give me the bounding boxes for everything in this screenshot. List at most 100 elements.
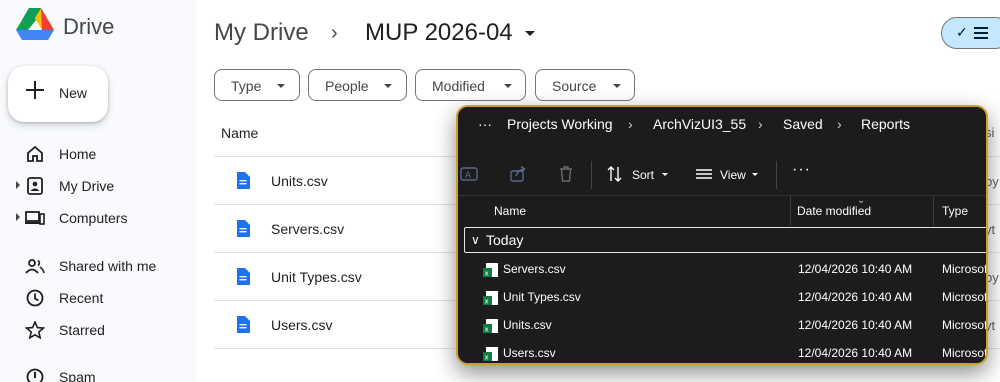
address-overflow-button[interactable]: ··· xyxy=(478,116,492,132)
sidebar-item-label: Starred xyxy=(59,322,105,338)
file-name: Servers.csv xyxy=(271,221,345,237)
spam-icon xyxy=(26,368,44,382)
explorer-file-row[interactable]: x Users.csv 12/04/2026 10:40 AM Microsof xyxy=(458,339,988,363)
svg-text:x: x xyxy=(485,354,489,362)
file-name: Servers.csv xyxy=(503,262,566,276)
folder-menu-caret-icon[interactable] xyxy=(525,31,535,36)
collapse-chevron-icon[interactable]: ∨ xyxy=(471,233,480,247)
sidebar-item-shared-with-me[interactable]: Shared with me xyxy=(0,252,196,280)
address-segment-archvizui3[interactable]: ArchVizUI3_55 xyxy=(653,116,746,132)
column-resize-handle[interactable] xyxy=(790,196,791,226)
chevron-right-icon[interactable]: › xyxy=(758,116,763,132)
column-header-name[interactable]: Name xyxy=(221,125,258,141)
clock-icon xyxy=(26,289,44,307)
sidebar: Drive New Home My Drive Computers Shared… xyxy=(0,0,196,382)
file-type: Microsof xyxy=(942,318,988,332)
excel-csv-icon: x xyxy=(483,291,498,306)
group-header-today[interactable]: ∨ Today xyxy=(464,227,986,253)
explorer-column-headers: Name ⌄ Date modified Type xyxy=(458,195,986,226)
filter-chip-label: Type xyxy=(231,78,262,94)
excel-csv-icon: x xyxy=(483,347,498,362)
plus-icon xyxy=(25,80,45,100)
document-icon xyxy=(237,220,250,237)
file-row[interactable]: Servers.csv xyxy=(214,205,464,252)
address-bar[interactable]: ··· Projects Working › ArchVizUI3_55 › S… xyxy=(458,107,986,143)
sort-dropdown-arrow-icon[interactable] xyxy=(662,173,668,176)
document-icon xyxy=(237,268,250,285)
svg-text:x: x xyxy=(485,270,489,278)
document-icon xyxy=(237,316,250,333)
filter-chip-label: Source xyxy=(552,78,597,94)
chevron-right-icon[interactable]: › xyxy=(837,116,842,132)
file-row[interactable]: Unit Types.csv xyxy=(214,253,464,300)
file-type: Microsof xyxy=(942,262,988,276)
view-dropdown-arrow-icon[interactable] xyxy=(752,173,758,176)
sidebar-item-recent[interactable]: Recent xyxy=(0,284,196,312)
breadcrumb-my-drive[interactable]: My Drive xyxy=(214,19,309,47)
sidebar-item-label: Home xyxy=(59,146,97,162)
explorer-toolbar: A Sort View ··· xyxy=(458,155,986,195)
sidebar-item-spam[interactable]: Spam xyxy=(0,363,196,382)
group-label: Today xyxy=(486,232,524,248)
delete-icon[interactable] xyxy=(557,165,575,183)
sidebar-item-label: Recent xyxy=(59,290,104,306)
breadcrumb-current-folder[interactable]: MUP 2026-04 xyxy=(365,19,513,47)
sidebar-item-computers[interactable]: Computers xyxy=(0,204,196,232)
file-name: Units.csv xyxy=(271,173,328,189)
address-segment-saved[interactable]: Saved xyxy=(783,116,823,132)
filter-people-chip[interactable]: People xyxy=(308,69,407,101)
explorer-file-row[interactable]: x Unit Types.csv 12/04/2026 10:40 AM Mic… xyxy=(458,283,988,311)
shared-icon xyxy=(25,259,45,274)
explorer-file-row[interactable]: x Servers.csv 12/04/2026 10:40 AM Micros… xyxy=(458,255,988,283)
file-row[interactable]: Users.csv xyxy=(214,301,464,348)
toolbar-separator xyxy=(776,161,777,189)
file-name: Unit Types.csv xyxy=(271,269,362,285)
column-resize-handle[interactable] xyxy=(933,196,934,226)
share-icon[interactable] xyxy=(509,165,527,183)
file-name: Unit Types.csv xyxy=(503,290,581,304)
file-row[interactable]: Units.csv xyxy=(214,157,464,204)
view-button-label[interactable]: View xyxy=(720,168,746,182)
rename-icon[interactable]: A xyxy=(460,165,478,183)
new-button-label: New xyxy=(59,85,88,101)
filter-chip-label: People xyxy=(325,78,369,94)
document-icon xyxy=(237,172,250,189)
chevron-right-icon[interactable]: › xyxy=(628,116,633,132)
column-header-date-modified[interactable]: Date modified xyxy=(797,204,871,218)
new-button[interactable]: New xyxy=(8,66,108,122)
expand-caret-icon[interactable] xyxy=(16,181,20,189)
more-options-button[interactable]: ··· xyxy=(792,161,811,179)
date-modified: 12/04/2026 10:40 AM xyxy=(798,290,913,304)
file-explorer-window: ··· Projects Working › ArchVizUI3_55 › S… xyxy=(456,105,988,365)
sidebar-item-label: My Drive xyxy=(59,178,115,194)
dropdown-arrow-icon xyxy=(613,84,621,88)
breadcrumb-separator: › xyxy=(331,22,338,44)
excel-csv-icon: x xyxy=(483,263,498,278)
file-type: Microsof xyxy=(942,346,988,360)
sort-button-label[interactable]: Sort xyxy=(632,168,654,182)
view-icon[interactable] xyxy=(695,165,713,183)
date-modified: 12/04/2026 10:40 AM xyxy=(798,318,913,332)
excel-csv-icon: x xyxy=(483,319,498,334)
column-header-name[interactable]: Name xyxy=(494,204,526,218)
sidebar-item-home[interactable]: Home xyxy=(0,140,196,168)
expand-caret-icon[interactable] xyxy=(16,213,20,221)
filter-source-chip[interactable]: Source xyxy=(535,69,635,101)
svg-text:x: x xyxy=(485,298,489,306)
list-view-toggle[interactable]: ✓ xyxy=(941,17,1000,49)
explorer-file-row[interactable]: x Units.csv 12/04/2026 10:40 AM Microsof xyxy=(458,311,988,339)
home-icon xyxy=(27,145,43,162)
filter-modified-chip[interactable]: Modified xyxy=(415,69,526,101)
file-type: Microsof xyxy=(942,290,988,304)
sidebar-item-my-drive[interactable]: My Drive xyxy=(0,172,196,200)
file-name: Units.csv xyxy=(503,318,552,332)
drive-logo[interactable] xyxy=(16,8,54,42)
sidebar-item-starred[interactable]: Starred xyxy=(0,316,196,344)
column-header-type[interactable]: Type xyxy=(942,204,968,218)
sort-icon[interactable] xyxy=(606,165,624,183)
check-icon: ✓ xyxy=(956,24,968,40)
address-segment-reports[interactable]: Reports xyxy=(861,116,910,132)
star-icon xyxy=(25,321,45,339)
address-segment-projects-working[interactable]: Projects Working xyxy=(507,116,613,132)
filter-type-chip[interactable]: Type xyxy=(214,69,300,101)
